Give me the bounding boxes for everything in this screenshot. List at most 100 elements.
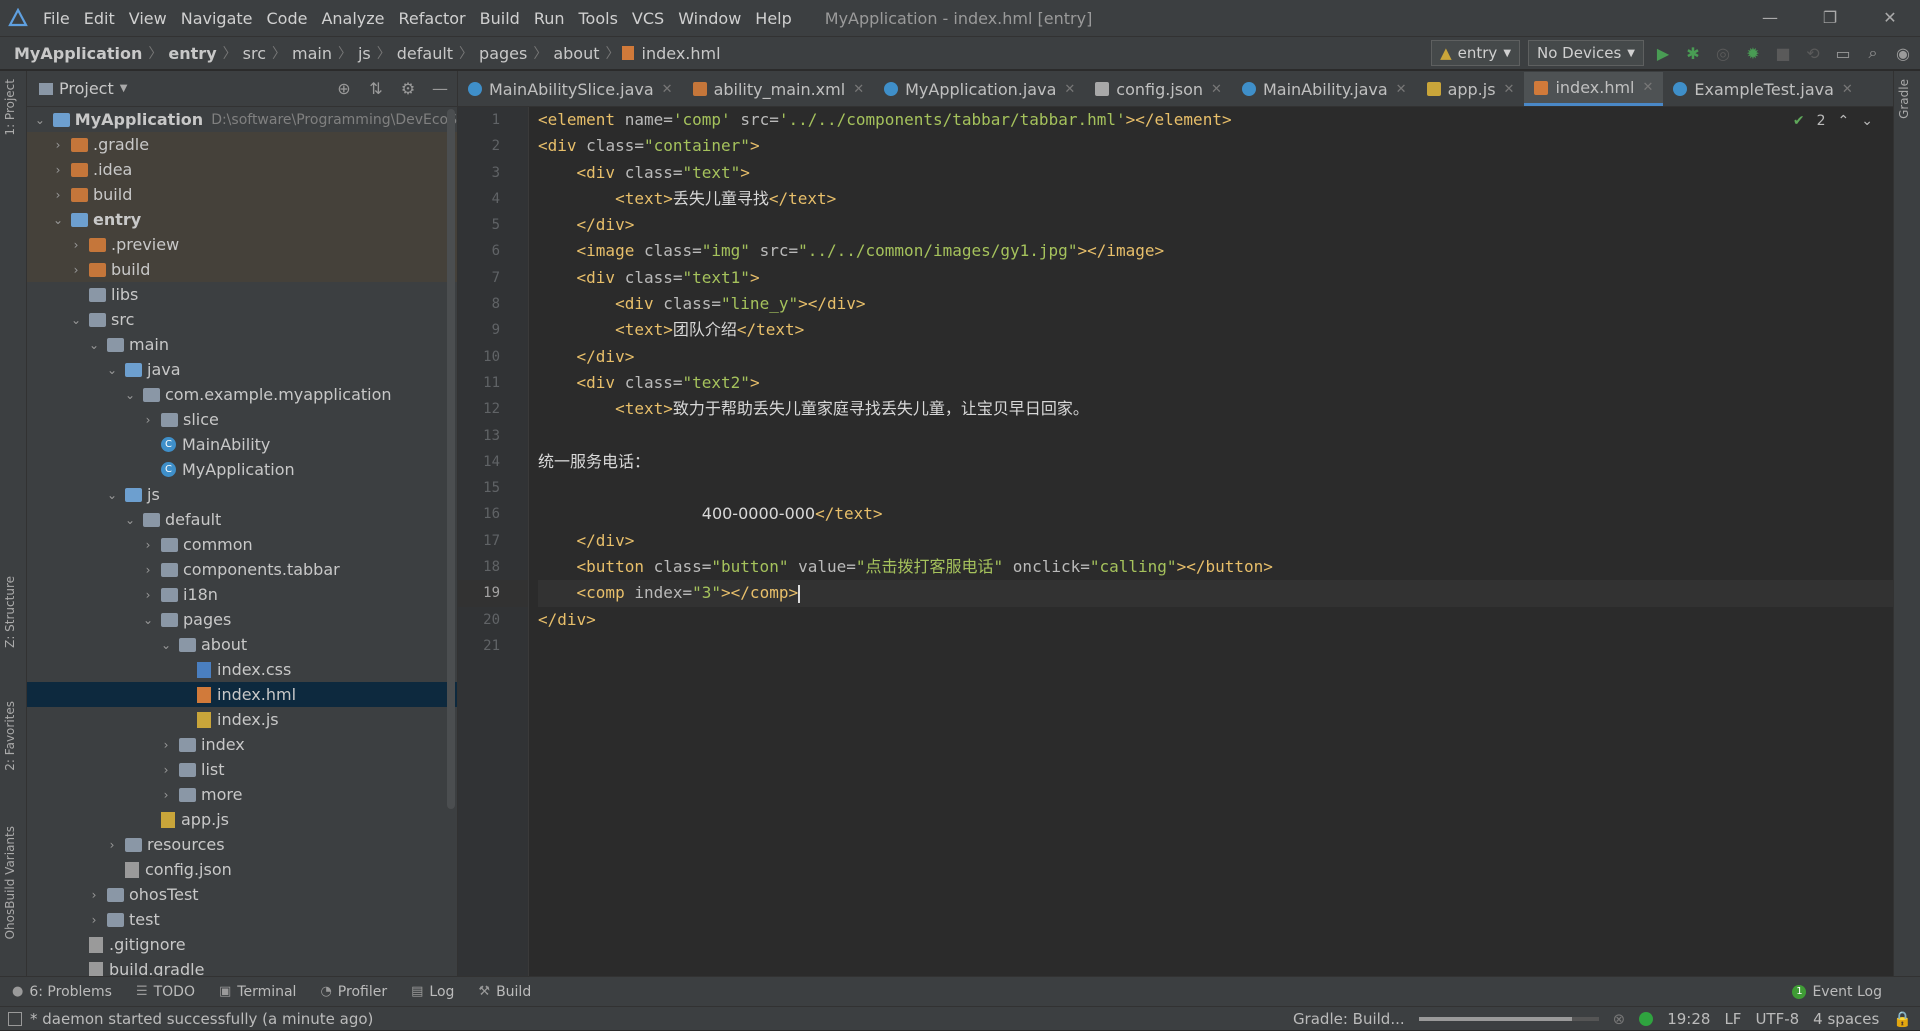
chevron-down-icon[interactable]: ⌄ bbox=[33, 113, 47, 127]
menu-vcs[interactable]: VCS bbox=[625, 9, 671, 28]
tree-item[interactable]: › build bbox=[27, 182, 457, 207]
close-tab-icon[interactable]: ✕ bbox=[1211, 82, 1222, 97]
code-line[interactable]: <text>团队介绍</text> bbox=[538, 317, 1893, 343]
code-line[interactable]: <image class="img" src="../../common/ima… bbox=[538, 238, 1893, 264]
chevron-down-icon[interactable]: ⌄ bbox=[141, 613, 155, 627]
tree-item[interactable]: › test bbox=[27, 907, 457, 932]
chevron-right-icon[interactable]: › bbox=[141, 413, 155, 427]
chevron-right-icon[interactable]: › bbox=[69, 238, 83, 252]
code-line[interactable]: <div class="line_y"></div> bbox=[538, 291, 1893, 317]
chevron-right-icon[interactable]: › bbox=[141, 563, 155, 577]
run-config-select[interactable]: ▲ entry ▼ bbox=[1431, 40, 1521, 66]
code-line[interactable]: <comp index="3"></comp> bbox=[538, 580, 1893, 607]
code-line[interactable] bbox=[538, 475, 1893, 501]
attach-debugger-icon[interactable]: ◎ bbox=[1712, 42, 1734, 64]
close-tab-icon[interactable]: ✕ bbox=[853, 82, 864, 97]
project-tool-button[interactable]: 1: Project bbox=[3, 79, 17, 136]
menu-code[interactable]: Code bbox=[260, 9, 315, 28]
close-tab-icon[interactable]: ✕ bbox=[1064, 82, 1075, 97]
project-view-select[interactable]: Project ▼ bbox=[39, 79, 127, 98]
breadcrumb-item[interactable]: main bbox=[288, 44, 336, 63]
menu-run[interactable]: Run bbox=[527, 9, 572, 28]
search-icon[interactable]: ⌕ bbox=[1862, 42, 1884, 64]
problems-tool-button[interactable]: ● 6: Problems bbox=[0, 984, 124, 1000]
tree-item[interactable]: ⌄ js bbox=[27, 482, 457, 507]
menu-edit[interactable]: Edit bbox=[77, 9, 122, 28]
breadcrumb-item[interactable]: pages bbox=[475, 44, 531, 63]
status-toggle-icon[interactable] bbox=[8, 1011, 22, 1026]
menu-refactor[interactable]: Refactor bbox=[392, 9, 473, 28]
terminal-tool-button[interactable]: ▣ Terminal bbox=[207, 984, 308, 1000]
minimize-icon[interactable]: — bbox=[1740, 0, 1800, 36]
breadcrumb-item[interactable]: js bbox=[354, 44, 375, 63]
editor-tab[interactable]: MainAbilitySlice.java ✕ bbox=[458, 72, 683, 106]
tree-item[interactable]: › index bbox=[27, 732, 457, 757]
chevron-down-icon[interactable]: ⌄ bbox=[105, 363, 119, 377]
chevron-down-icon[interactable]: ⌄ bbox=[87, 338, 101, 352]
structure-tool-button[interactable]: Z: Structure bbox=[3, 576, 17, 648]
sync-icon[interactable]: ⟲ bbox=[1802, 42, 1824, 64]
chevron-right-icon[interactable]: › bbox=[159, 788, 173, 802]
chevron-down-icon[interactable]: ⌄ bbox=[159, 638, 173, 652]
tree-item[interactable]: ⌄ src bbox=[27, 307, 457, 332]
breadcrumb-item[interactable]: src bbox=[239, 44, 270, 63]
editor-tab[interactable]: index.hml ✕ bbox=[1524, 72, 1664, 106]
stop-icon[interactable]: ■ bbox=[1772, 42, 1794, 64]
inspection-widget[interactable]: ✔ 2 ⌃ ⌄ bbox=[1793, 113, 1873, 129]
tree-item[interactable]: ⌄ com.example.myapplication bbox=[27, 382, 457, 407]
code-line[interactable]: </div> bbox=[538, 344, 1893, 370]
gradle-tool-button[interactable]: Gradle bbox=[1897, 79, 1911, 119]
build-variants-tool-button[interactable]: OhosBuild Variants bbox=[3, 826, 17, 939]
chevron-right-icon[interactable]: › bbox=[51, 163, 65, 177]
log-tool-button[interactable]: ▤ Log bbox=[399, 984, 466, 1000]
breadcrumb-item[interactable]: MyApplication bbox=[10, 44, 146, 63]
favorites-tool-button[interactable]: 2: Favorites bbox=[3, 701, 17, 771]
tree-item[interactable]: C MyApplication bbox=[27, 457, 457, 482]
tree-item[interactable]: C MainAbility bbox=[27, 432, 457, 457]
code-line[interactable]: <text>致力于帮助丢失儿童家庭寻找丢失儿童，让宝贝早日回家。 bbox=[538, 396, 1893, 422]
tree-item[interactable]: libs bbox=[27, 282, 457, 307]
menu-navigate[interactable]: Navigate bbox=[174, 9, 260, 28]
tree-item[interactable]: › more bbox=[27, 782, 457, 807]
profiler-tool-button[interactable]: ◔ Profiler bbox=[308, 984, 399, 1000]
tree-item[interactable]: › build bbox=[27, 257, 457, 282]
debug-icon[interactable]: ✱ bbox=[1682, 42, 1704, 64]
menu-file[interactable]: File bbox=[36, 9, 77, 28]
tree-item[interactable]: ⌄ default bbox=[27, 507, 457, 532]
close-tab-icon[interactable]: ✕ bbox=[1842, 82, 1853, 97]
tree-item[interactable]: ⌄ main bbox=[27, 332, 457, 357]
chevron-right-icon[interactable]: › bbox=[159, 763, 173, 777]
close-tab-icon[interactable]: ✕ bbox=[1396, 82, 1407, 97]
tree-item[interactable]: › .gradle bbox=[27, 132, 457, 157]
tree-item[interactable]: › i18n bbox=[27, 582, 457, 607]
lock-icon[interactable]: 🔒 bbox=[1893, 1010, 1912, 1028]
tree-item[interactable]: › .preview bbox=[27, 232, 457, 257]
menu-build[interactable]: Build bbox=[473, 9, 527, 28]
tree-item[interactable]: .gitignore bbox=[27, 932, 457, 957]
code-area[interactable]: 1 2 3 4 5 6 7 8 9 10 11 12 13 14 15 16 17 18 19 20 21 <eleme… bbox=[458, 107, 1893, 976]
file-encoding[interactable]: UTF-8 bbox=[1755, 1010, 1799, 1028]
profile-icon[interactable]: ✹ bbox=[1742, 42, 1764, 64]
tree-item[interactable]: ⌄ about bbox=[27, 632, 457, 657]
code-lines[interactable]: <element name='comp' src='../../componen… bbox=[538, 107, 1893, 659]
editor-tab[interactable]: config.json ✕ bbox=[1085, 72, 1232, 106]
gear-icon[interactable]: ⚙ bbox=[397, 77, 419, 99]
code-line[interactable]: </div> bbox=[538, 212, 1893, 238]
tree-item[interactable]: › list bbox=[27, 757, 457, 782]
tree-item[interactable]: ⌄ MyApplication D:\software\Programming\De… bbox=[27, 107, 457, 132]
tree-item[interactable]: ⌄ java bbox=[27, 357, 457, 382]
code-line[interactable]: <text>丢失儿童寻找</text> bbox=[538, 186, 1893, 212]
hide-icon[interactable]: — bbox=[429, 77, 451, 99]
close-tab-icon[interactable]: ✕ bbox=[1642, 80, 1653, 95]
code-line[interactable]: <element name='comp' src='../../componen… bbox=[538, 107, 1893, 133]
background-task-label[interactable]: Gradle: Build... bbox=[1293, 1010, 1405, 1028]
editor-tab[interactable]: ExampleTest.java ✕ bbox=[1663, 72, 1862, 106]
chevron-right-icon[interactable]: › bbox=[141, 588, 155, 602]
code-line[interactable] bbox=[538, 423, 1893, 449]
breadcrumb-item[interactable]: entry bbox=[164, 44, 220, 63]
menu-window[interactable]: Window bbox=[671, 9, 748, 28]
cancel-task-icon[interactable]: ⊗ bbox=[1613, 1010, 1626, 1028]
close-tab-icon[interactable]: ✕ bbox=[1504, 82, 1515, 97]
tree-item[interactable]: › .idea bbox=[27, 157, 457, 182]
chevron-right-icon[interactable]: › bbox=[87, 888, 101, 902]
